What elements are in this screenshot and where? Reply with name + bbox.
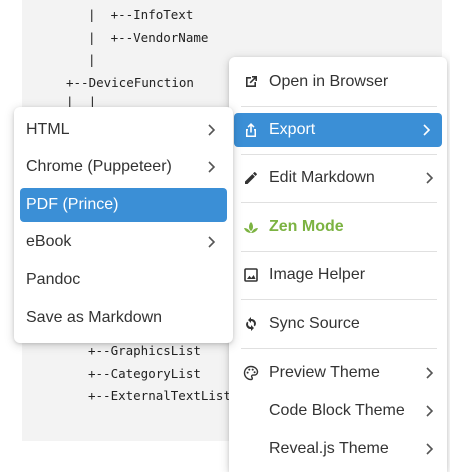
menu-item-label: Zen Mode [269,218,344,235]
open-external-icon [241,72,261,92]
menu-item-label: Code Block Theme [269,402,405,419]
submenu-item-pandoc[interactable]: Pandoc [20,263,227,297]
chevron-right-icon [205,235,219,249]
menu-item-label: Edit Markdown [269,169,375,186]
submenu-item-html[interactable]: HTML [20,113,227,147]
code-line: | [88,52,96,67]
menu-item-edit-markdown[interactable]: Edit Markdown [239,161,437,195]
menu-item-label: Pandoc [26,271,81,288]
code-line: | +--VendorName [88,30,209,45]
chevron-right-icon [423,171,437,185]
chevron-right-icon [205,160,219,174]
image-icon [241,265,261,285]
separator [241,106,437,107]
code-line: +--ExternalTextList [88,388,231,403]
menu-item-open-in-browser[interactable]: Open in Browser [239,65,437,99]
sync-icon [241,314,261,334]
menu-item-label: Save as Markdown [26,309,163,326]
menu-item-reveal-theme[interactable]: Reveal.js Theme [239,432,437,466]
menu-item-export[interactable]: Export [234,113,442,147]
export-submenu: HTML Chrome (Puppeteer) PDF (Prince) eBo… [14,107,233,343]
separator [241,251,437,252]
separator [241,202,437,203]
menu-item-label: Reveal.js Theme [269,440,389,457]
palette-icon [241,363,261,383]
chevron-right-icon [423,404,437,418]
code-line: +--GraphicsList [88,343,201,358]
submenu-item-pdf[interactable]: PDF (Prince) [20,188,227,222]
code-line: +--CategoryList [88,366,201,381]
menu-item-preview-theme[interactable]: Preview Theme [239,356,437,390]
menu-item-label: Open in Browser [269,73,389,90]
chevron-right-icon [205,123,219,137]
code-line: | +--InfoText [88,7,194,22]
menu-item-sync-source[interactable]: Sync Source [239,307,437,341]
menu-item-label: HTML [26,121,70,138]
separator [241,154,437,155]
menu-item-zen-mode[interactable]: Zen Mode [239,210,437,244]
chevron-right-icon [423,442,437,456]
menu-item-label: Sync Source [269,315,360,332]
lotus-icon [241,217,261,237]
chevron-right-icon [420,123,434,137]
menu-item-label: Image Helper [269,266,366,283]
menu-item-label: Export [269,121,316,138]
menu-item-image-helper[interactable]: Image Helper [239,258,437,292]
menu-item-label: PDF (Prince) [26,196,119,213]
pencil-icon [241,168,261,188]
menu-item-code-block-theme[interactable]: Code Block Theme [239,394,437,428]
separator [241,348,437,349]
submenu-item-chrome[interactable]: Chrome (Puppeteer) [20,150,227,184]
export-icon [241,120,261,140]
submenu-item-save-markdown[interactable]: Save as Markdown [20,301,227,335]
separator [241,299,437,300]
submenu-item-ebook[interactable]: eBook [20,225,227,259]
menu-item-label: Preview Theme [269,364,380,381]
menu-item-label: eBook [26,233,72,250]
context-menu: Open in Browser Export Edit Markdown Zen… [229,57,447,472]
chevron-right-icon [423,366,437,380]
code-line: +--DeviceFunction [66,75,194,90]
menu-item-label: Chrome (Puppeteer) [26,158,172,175]
